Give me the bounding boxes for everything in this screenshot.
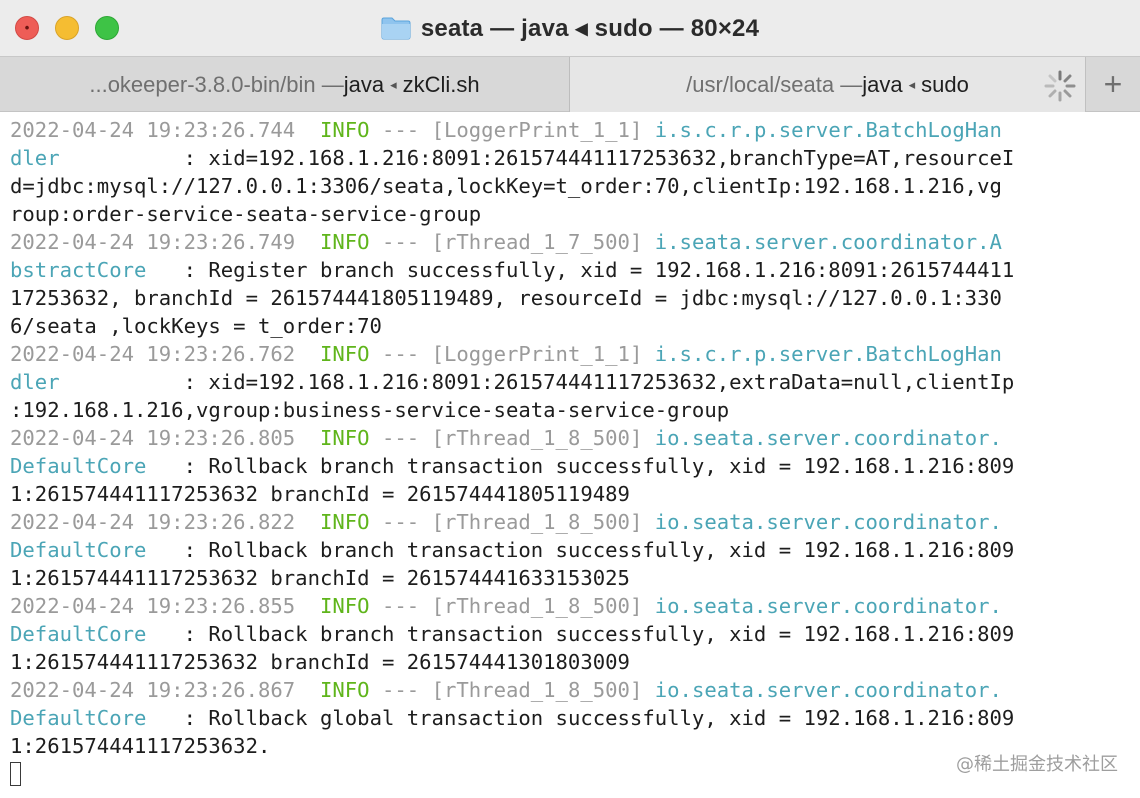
new-tab-button[interactable]: +: [1085, 57, 1140, 112]
log-segment-text: 17253632, branchId = 261574441805119489,…: [10, 286, 1002, 310]
log-segment-logger: dler: [10, 146, 60, 170]
plus-icon: +: [1103, 66, 1123, 102]
log-segment-dim: --- [rThread_1_7_500]: [369, 230, 655, 254]
terminal-line: bstractCore : Register branch successful…: [10, 256, 1135, 284]
log-segment-dim: --- [rThread_1_8_500]: [369, 426, 655, 450]
title-bar[interactable]: • seata — java ◂ sudo — 80×24: [0, 0, 1140, 56]
terminal-line: 2022-04-24 19:23:26.867 INFO --- [rThrea…: [10, 676, 1135, 704]
watermark: @稀土掘金技术社区: [956, 754, 1118, 775]
terminal-line: d=jdbc:mysql://127.0.0.1:3306/seata,lock…: [10, 172, 1135, 200]
log-segment-logger: DefaultCore: [10, 538, 147, 562]
log-segment-logger: DefaultCore: [10, 454, 147, 478]
tab-path: /usr/local/seata —: [686, 71, 863, 97]
log-segment-text: d=jdbc:mysql://127.0.0.1:3306/seata,lock…: [10, 174, 1002, 198]
log-segment-text: 1:261574441117253632.: [10, 734, 271, 758]
log-segment-dim: --- [rThread_1_8_500]: [369, 510, 655, 534]
log-segment-lvl: INFO: [319, 118, 370, 142]
log-segment-ts: 2022-04-24 19:23:26.744: [10, 118, 320, 142]
log-segment-text: 1:261574441117253632 branchId = 26157444…: [10, 650, 630, 674]
log-segment-ts: 2022-04-24 19:23:26.822: [10, 510, 320, 534]
terminal-line: 2022-04-24 19:23:26.822 INFO --- [rThrea…: [10, 508, 1135, 536]
log-segment-dim: --- [rThread_1_8_500]: [369, 594, 655, 618]
activity-spinner-icon: [1044, 70, 1076, 102]
text-cursor: [10, 762, 21, 786]
log-segment-text: : Rollback branch transaction successful…: [146, 622, 1015, 646]
terminal-line: roup:order-service-seata-service-group: [10, 200, 1135, 228]
log-segment-logger: io.seata.server.coordinator.: [654, 510, 1002, 534]
window-title-group: seata — java ◂ sudo — 80×24: [0, 0, 1140, 56]
log-segment-logger: dler: [10, 370, 60, 394]
log-segment-logger: bstractCore: [10, 258, 147, 282]
tab-command: zkCli.sh: [402, 71, 480, 97]
log-segment-lvl: INFO: [319, 230, 370, 254]
log-segment-text: roup:order-service-seata-service-group: [10, 202, 482, 226]
terminal-line: dler : xid=192.168.1.216:8091:2615744411…: [10, 368, 1135, 396]
tab-seata[interactable]: /usr/local/seata — java ◂ sudo: [570, 57, 1085, 112]
log-segment-logger: DefaultCore: [10, 706, 147, 730]
log-segment-dim: --- [rThread_1_8_500]: [369, 678, 655, 702]
terminal-line: 2022-04-24 19:23:26.744 INFO --- [Logger…: [10, 116, 1135, 144]
log-segment-ts: 2022-04-24 19:23:26.762: [10, 342, 320, 366]
terminal-line: 2022-04-24 19:23:26.762 INFO --- [Logger…: [10, 340, 1135, 368]
terminal-output[interactable]: 2022-04-24 19:23:26.744 INFO --- [Logger…: [10, 116, 1135, 796]
folder-icon: [381, 17, 411, 40]
tab-zkcli[interactable]: ...okeeper-3.8.0-bin/bin — java ◂ zkCli.…: [0, 57, 570, 112]
terminal-line: DefaultCore : Rollback branch transactio…: [10, 620, 1135, 648]
log-segment-ts: 2022-04-24 19:23:26.855: [10, 594, 320, 618]
terminal-line: :192.168.1.216,vgroup:business-service-s…: [10, 396, 1135, 424]
terminal-line: 1:261574441117253632 branchId = 26157444…: [10, 564, 1135, 592]
log-segment-logger: io.seata.server.coordinator.: [654, 426, 1002, 450]
terminal-line: 2022-04-24 19:23:26.749 INFO --- [rThrea…: [10, 228, 1135, 256]
log-segment-lvl: INFO: [319, 678, 370, 702]
log-segment-logger: DefaultCore: [10, 622, 147, 646]
log-segment-text: :192.168.1.216,vgroup:business-service-s…: [10, 398, 730, 422]
terminal-line: 17253632, branchId = 261574441805119489,…: [10, 284, 1135, 312]
tab-process: java: [862, 71, 903, 97]
log-segment-ts: 2022-04-24 19:23:26.805: [10, 426, 320, 450]
log-segment-logger: i.s.c.r.p.server.BatchLogHan: [654, 342, 1002, 366]
log-segment-lvl: INFO: [319, 426, 370, 450]
log-segment-dim: --- [LoggerPrint_1_1]: [369, 118, 655, 142]
terminal-window: • seata — java ◂ sudo — 80×24 ...okeeper…: [0, 0, 1140, 798]
log-segment-text: : xid=192.168.1.216:8091:261574441117253…: [59, 146, 1015, 170]
terminal-line: 1:261574441117253632 branchId = 26157444…: [10, 480, 1135, 508]
tab-process: java: [343, 71, 385, 97]
tab-command: sudo: [921, 71, 969, 97]
log-segment-text: 1:261574441117253632 branchId = 26157444…: [10, 566, 630, 590]
log-segment-logger: i.s.c.r.p.server.BatchLogHan: [654, 118, 1002, 142]
log-segment-lvl: INFO: [319, 510, 370, 534]
terminal-line: 2022-04-24 19:23:26.855 INFO --- [rThrea…: [10, 592, 1135, 620]
log-segment-lvl: INFO: [319, 594, 370, 618]
tab-path: ...okeeper-3.8.0-bin/bin —: [89, 71, 344, 97]
terminal-line: DefaultCore : Rollback branch transactio…: [10, 452, 1135, 480]
log-segment-logger: i.seata.server.coordinator.A: [654, 230, 1002, 254]
terminal-line: 2022-04-24 19:23:26.805 INFO --- [rThrea…: [10, 424, 1135, 452]
log-segment-text: : Rollback branch transaction successful…: [146, 538, 1015, 562]
terminal-line: DefaultCore : Rollback global transactio…: [10, 704, 1135, 732]
log-segment-logger: io.seata.server.coordinator.: [654, 594, 1002, 618]
terminal-line: 1:261574441117253632 branchId = 26157444…: [10, 648, 1135, 676]
tab-separator: ◂: [390, 76, 397, 92]
log-segment-logger: io.seata.server.coordinator.: [654, 678, 1002, 702]
log-segment-dim: --- [LoggerPrint_1_1]: [369, 342, 655, 366]
terminal-line: DefaultCore : Rollback branch transactio…: [10, 536, 1135, 564]
log-segment-text: 6/seata ,lockKeys = t_order:70: [10, 314, 382, 338]
tab-bar: ...okeeper-3.8.0-bin/bin — java ◂ zkCli.…: [0, 56, 1140, 112]
terminal-line: dler : xid=192.168.1.216:8091:2615744411…: [10, 144, 1135, 172]
log-segment-text: : xid=192.168.1.216:8091:261574441117253…: [59, 370, 1015, 394]
tab-separator: ◂: [908, 76, 916, 92]
log-segment-text: 1:261574441117253632 branchId = 26157444…: [10, 482, 630, 506]
terminal-line: 6/seata ,lockKeys = t_order:70: [10, 312, 1135, 340]
log-segment-text: : Register branch successfully, xid = 19…: [146, 258, 1015, 282]
log-segment-ts: 2022-04-24 19:23:26.867: [10, 678, 320, 702]
log-segment-text: : Rollback global transaction successful…: [146, 706, 1015, 730]
log-segment-ts: 2022-04-24 19:23:26.749: [10, 230, 320, 254]
window-title: seata — java ◂ sudo — 80×24: [420, 14, 760, 42]
log-segment-text: : Rollback branch transaction successful…: [146, 454, 1015, 478]
log-segment-lvl: INFO: [319, 342, 370, 366]
